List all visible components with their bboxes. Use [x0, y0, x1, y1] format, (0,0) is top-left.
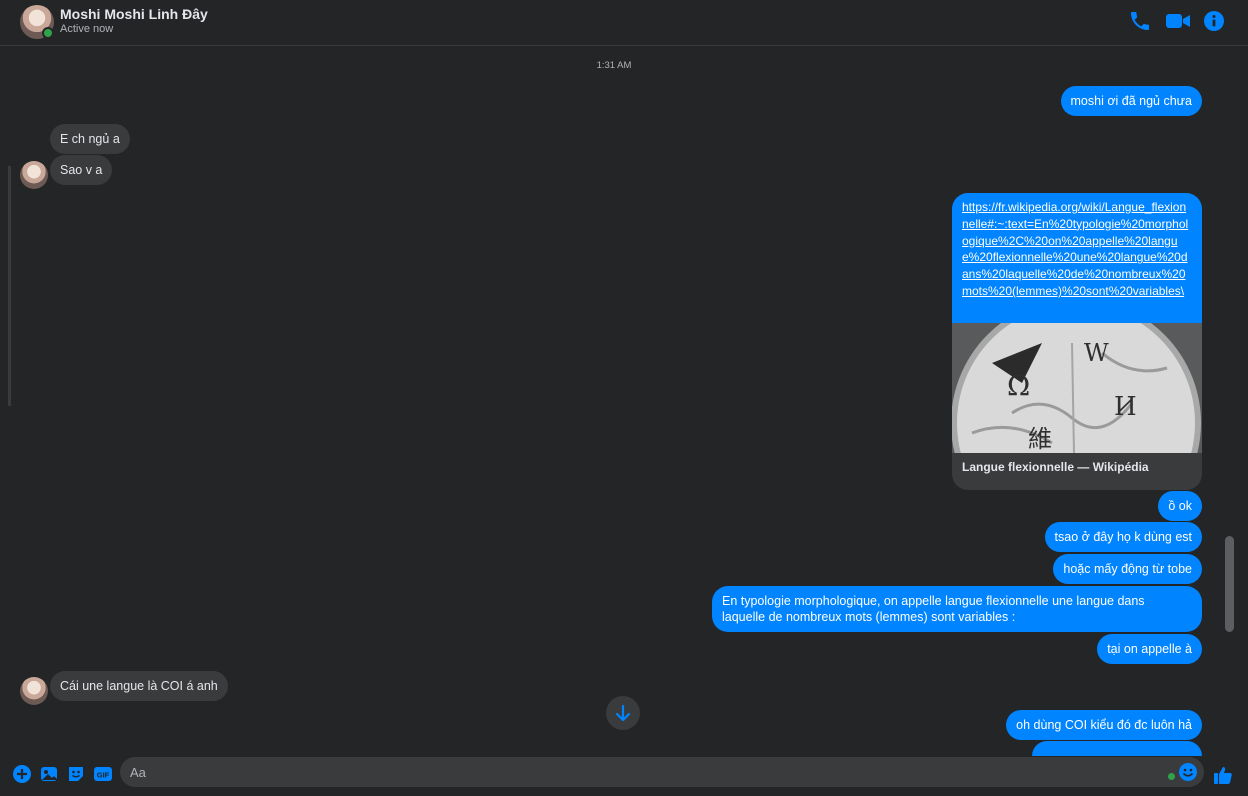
left-panel-edge	[8, 166, 11, 406]
emoji-status-dot	[1168, 773, 1175, 780]
outgoing-message[interactable]: hoặc mấy động từ tobe	[1053, 554, 1202, 584]
video-camera-icon[interactable]	[1164, 9, 1190, 33]
thumbs-up-icon[interactable]	[1212, 764, 1232, 784]
link-preview-url[interactable]: https://fr.wikipedia.org/wiki/Langue_fle…	[952, 193, 1202, 323]
globe-glyph: Ω	[1007, 369, 1030, 402]
message-line: laquelle de nombreux mots (lemmes) sont …	[722, 610, 1016, 624]
svg-text:GIF: GIF	[97, 771, 110, 780]
incoming-message[interactable]: Sao v a	[50, 155, 113, 185]
message-list[interactable]: 1:31 AM moshi ơi đã ngủ chưa E ch ngủ a …	[8, 46, 1220, 756]
gif-icon[interactable]: GIF	[93, 764, 113, 784]
globe-glyph: 維	[1028, 425, 1052, 453]
sticker-icon[interactable]	[66, 764, 86, 784]
scrollbar-thumb[interactable]	[1225, 536, 1234, 632]
globe-glyph: И	[1114, 392, 1137, 422]
outgoing-message[interactable]: oh dùng COI kiểu đó đc luôn hả	[1006, 710, 1202, 740]
message-line: En typologie morphologique, on appelle l…	[722, 594, 1145, 608]
message-composer: GIF	[0, 756, 1248, 796]
phone-icon[interactable]	[1128, 9, 1154, 33]
info-icon[interactable]	[1202, 9, 1228, 33]
image-icon[interactable]	[39, 764, 59, 784]
outgoing-message[interactable]: En typologie morphologique, on appelle l…	[712, 586, 1202, 632]
wikipedia-globe-image[interactable]: Ω W И 維	[952, 323, 1202, 453]
arrow-down-icon	[615, 704, 631, 722]
outgoing-message[interactable]: tsao ở đây họ k dùng est	[1044, 522, 1202, 552]
plus-circle-icon[interactable]	[12, 764, 32, 784]
link-preview-title[interactable]: Langue flexionnelle — Wikipédia	[952, 453, 1202, 481]
message-timestamp: 1:31 AM	[596, 60, 632, 71]
emoji-icon[interactable]	[1178, 762, 1198, 782]
message-scrollbar[interactable]	[1220, 46, 1248, 756]
outgoing-message-partial[interactable]	[1032, 741, 1202, 756]
outgoing-message[interactable]: ồ ok	[1158, 491, 1202, 521]
sender-avatar[interactable]	[20, 161, 48, 189]
outgoing-message[interactable]: tại on appelle à	[1097, 634, 1202, 664]
message-input-wrapper	[120, 757, 1204, 787]
chat-header: Moshi Moshi Linh Đây Active now	[0, 0, 1248, 46]
scroll-to-bottom-button[interactable]	[606, 696, 640, 730]
online-indicator	[42, 27, 54, 39]
outgoing-message[interactable]: moshi ơi đã ngủ chưa	[1060, 86, 1202, 116]
incoming-message[interactable]: Cái une langue là COI á anh	[50, 671, 228, 701]
incoming-message[interactable]: E ch ngủ a	[50, 124, 130, 154]
globe-glyph: W	[1084, 339, 1109, 367]
message-input[interactable]	[130, 757, 1160, 787]
contact-status: Active now	[60, 23, 114, 35]
sender-avatar[interactable]	[20, 677, 48, 705]
contact-name[interactable]: Moshi Moshi Linh Đây	[60, 6, 208, 22]
link-preview-card[interactable]: https://fr.wikipedia.org/wiki/Langue_fle…	[952, 193, 1202, 490]
